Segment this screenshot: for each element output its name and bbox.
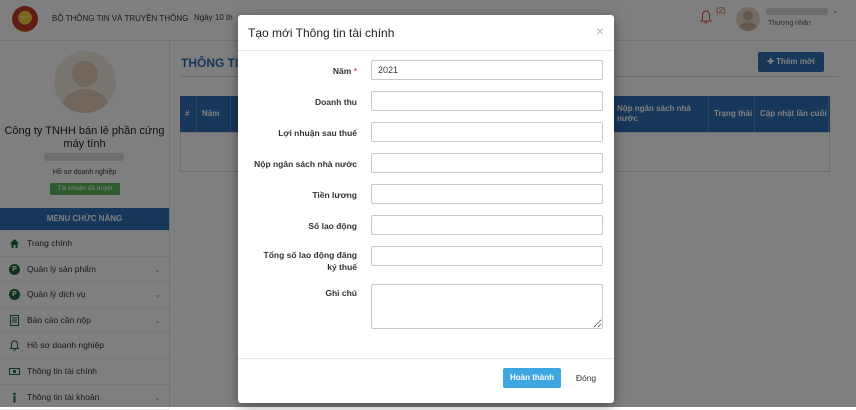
revenue-label: Doanh thu	[314, 97, 357, 107]
divider	[238, 50, 614, 51]
note-label: Ghi chú	[325, 288, 357, 298]
financial-info-modal: Tạo mới Thông tin tài chính × Năm * Doan…	[238, 15, 614, 403]
year-label: Năm *	[332, 66, 357, 76]
registered-workers-field[interactable]	[371, 246, 603, 266]
workers-label: Số lao động	[308, 221, 357, 231]
modal-title: Tạo mới Thông tin tài chính	[248, 26, 395, 40]
required-marker: *	[353, 66, 357, 76]
profit-field[interactable]	[371, 122, 603, 142]
salary-field[interactable]	[371, 184, 603, 204]
registered-workers-label: Tổng số lao động đăng ký thuế	[263, 250, 358, 272]
page: ★ BỘ THÔNG TIN VÀ TRUYỀN THÔNG Ngày 10 t…	[0, 0, 856, 410]
close-button[interactable]: Đóng	[568, 368, 604, 388]
salary-label: Tiền lương	[312, 190, 357, 200]
close-icon[interactable]: ×	[596, 23, 604, 39]
year-field[interactable]	[371, 60, 603, 80]
note-field[interactable]	[371, 284, 603, 329]
tax-label: Nộp ngân sách nhà nước	[254, 159, 357, 169]
workers-field[interactable]	[371, 215, 603, 235]
profit-label: Lợi nhuận sau thuế	[278, 128, 357, 138]
submit-button[interactable]: Hoàn thành	[503, 368, 561, 388]
divider	[238, 358, 614, 359]
revenue-field[interactable]	[371, 91, 603, 111]
tax-field[interactable]	[371, 153, 603, 173]
